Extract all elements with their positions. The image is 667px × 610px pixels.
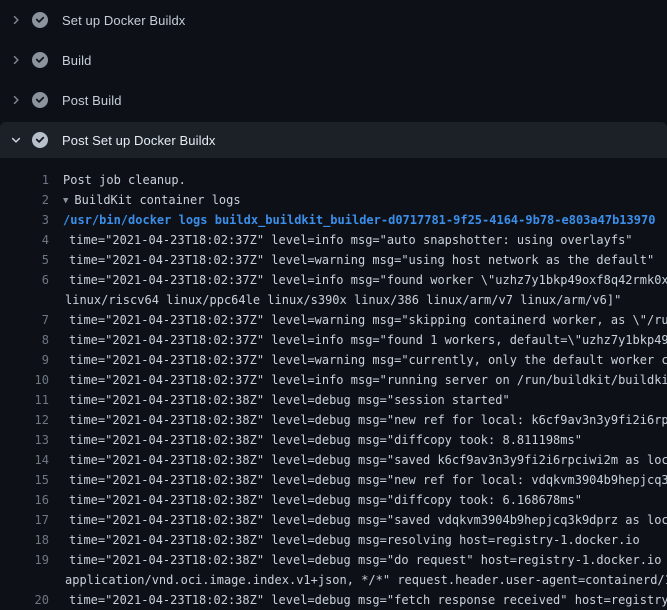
log-line-number[interactable]: 10	[0, 370, 49, 390]
log-line: 6 time="2021-04-23T18:02:37Z" level=info…	[0, 270, 667, 290]
step-label: Set up Docker Buildx	[62, 13, 185, 28]
chevron-right-icon	[8, 52, 24, 68]
log-line-text: time="2021-04-23T18:02:37Z" level=warnin…	[69, 350, 667, 370]
log-line-text: time="2021-04-23T18:02:38Z" level=debug …	[69, 410, 667, 430]
log-line-text: time="2021-04-23T18:02:37Z" level=warnin…	[69, 310, 667, 330]
log-line: 16 time="2021-04-23T18:02:38Z" level=deb…	[0, 490, 667, 510]
log-line: 18 time="2021-04-23T18:02:38Z" level=deb…	[0, 530, 667, 550]
log-line-text: time="2021-04-23T18:02:37Z" level=info m…	[69, 230, 633, 250]
log-line: 19 time="2021-04-23T18:02:38Z" level=deb…	[0, 550, 667, 570]
check-circle-icon	[32, 12, 48, 28]
log-line-text: time="2021-04-23T18:02:38Z" level=debug …	[69, 550, 667, 570]
chevron-right-icon	[8, 12, 24, 28]
step-row-set-up-docker-buildx[interactable]: Set up Docker Buildx	[0, 0, 667, 40]
log-line-text: time="2021-04-23T18:02:38Z" level=debug …	[69, 390, 510, 410]
log-line-number	[0, 570, 49, 590]
log-line-text: time="2021-04-23T18:02:38Z" level=debug …	[69, 490, 582, 510]
check-circle-icon	[32, 52, 48, 68]
log-line-text: time="2021-04-23T18:02:38Z" level=debug …	[69, 450, 667, 470]
log-line-text: time="2021-04-23T18:02:38Z" level=debug …	[69, 530, 640, 550]
step-label: Build	[62, 53, 91, 68]
log-line-number[interactable]: 19	[0, 550, 49, 570]
log-line: 5 time="2021-04-23T18:02:37Z" level=warn…	[0, 250, 667, 270]
log-line-number[interactable]: 13	[0, 430, 49, 450]
log-line-number[interactable]: 12	[0, 410, 49, 430]
log-line-number[interactable]: 3	[0, 210, 49, 230]
log-line-text: linux/riscv64 linux/ppc64le linux/s390x …	[65, 290, 621, 310]
log-line-number[interactable]: 11	[0, 390, 49, 410]
check-circle-icon	[32, 132, 48, 148]
log-line: 15 time="2021-04-23T18:02:38Z" level=deb…	[0, 470, 667, 490]
log-line-number[interactable]: 6	[0, 270, 49, 290]
log-line: 9 time="2021-04-23T18:02:37Z" level=warn…	[0, 350, 667, 370]
log-group-label: BuildKit container logs	[74, 193, 240, 207]
command-line-text: /usr/bin/docker logs buildx_buildkit_bui…	[63, 210, 655, 230]
check-circle-icon	[32, 92, 48, 108]
log-line-number[interactable]: 5	[0, 250, 49, 270]
log-line-number[interactable]: 1	[0, 170, 49, 190]
log-output: 1 Post job cleanup. 2 ▼ BuildKit containe…	[0, 158, 667, 610]
log-line-number[interactable]: 20	[0, 590, 49, 610]
log-line-text: time="2021-04-23T18:02:38Z" level=debug …	[69, 510, 667, 530]
step-row-post-build[interactable]: Post Build	[0, 80, 667, 120]
log-line-text: time="2021-04-23T18:02:37Z" level=warnin…	[69, 250, 654, 270]
step-label: Post Set up Docker Buildx	[62, 133, 216, 148]
step-row-build[interactable]: Build	[0, 40, 667, 80]
log-line-text: application/vnd.oci.image.index.v1+json,…	[65, 570, 667, 590]
log-line-text: time="2021-04-23T18:02:38Z" level=debug …	[69, 470, 667, 490]
log-line-number[interactable]: 16	[0, 490, 49, 510]
log-line: 2 ▼ BuildKit container logs	[0, 190, 667, 210]
log-line-text: time="2021-04-23T18:02:38Z" level=debug …	[69, 430, 582, 450]
chevron-right-icon	[8, 92, 24, 108]
log-line-text: Post job cleanup.	[63, 170, 186, 190]
triangle-down-icon[interactable]: ▼	[63, 191, 68, 211]
chevron-down-icon	[8, 132, 24, 148]
log-line-number[interactable]: 9	[0, 350, 49, 370]
log-line-number[interactable]: 14	[0, 450, 49, 470]
log-line: 3 /usr/bin/docker logs buildx_buildkit_b…	[0, 210, 667, 230]
log-line: application/vnd.oci.image.index.v1+json,…	[0, 570, 667, 590]
log-line-number[interactable]: 17	[0, 510, 49, 530]
log-line: 20 time="2021-04-23T18:02:38Z" level=deb…	[0, 590, 667, 610]
log-line: 10 time="2021-04-23T18:02:37Z" level=inf…	[0, 370, 667, 390]
log-line-number	[0, 290, 49, 310]
log-line: linux/riscv64 linux/ppc64le linux/s390x …	[0, 290, 667, 310]
log-line: 7 time="2021-04-23T18:02:37Z" level=warn…	[0, 310, 667, 330]
log-line: 8 time="2021-04-23T18:02:37Z" level=info…	[0, 330, 667, 350]
log-line-text: ▼ BuildKit container logs	[63, 190, 241, 210]
log-line-number[interactable]: 15	[0, 470, 49, 490]
log-line-number[interactable]: 2	[0, 190, 49, 210]
log-line: 13 time="2021-04-23T18:02:38Z" level=deb…	[0, 430, 667, 450]
log-line-text: time="2021-04-23T18:02:37Z" level=info m…	[69, 330, 667, 350]
log-line-number[interactable]: 18	[0, 530, 49, 550]
log-line-number[interactable]: 8	[0, 330, 49, 350]
log-line: 1 Post job cleanup.	[0, 170, 667, 190]
log-line: 14 time="2021-04-23T18:02:38Z" level=deb…	[0, 450, 667, 470]
log-line: 12 time="2021-04-23T18:02:38Z" level=deb…	[0, 410, 667, 430]
log-line-text: time="2021-04-23T18:02:37Z" level=info m…	[69, 370, 667, 390]
log-line-text: time="2021-04-23T18:02:37Z" level=info m…	[69, 270, 667, 290]
log-line: 11 time="2021-04-23T18:02:38Z" level=deb…	[0, 390, 667, 410]
log-line: 4 time="2021-04-23T18:02:37Z" level=info…	[0, 230, 667, 250]
log-line: 17 time="2021-04-23T18:02:38Z" level=deb…	[0, 510, 667, 530]
log-line-number[interactable]: 4	[0, 230, 49, 250]
steps-list: Set up Docker Buildx Build Post Build Po…	[0, 0, 667, 158]
workflow-log-panel: Set up Docker Buildx Build Post Build Po…	[0, 0, 667, 610]
log-line-text: time="2021-04-23T18:02:38Z" level=debug …	[69, 590, 667, 610]
log-line-number[interactable]: 7	[0, 310, 49, 330]
step-row-post-set-up-docker-buildx[interactable]: Post Set up Docker Buildx	[0, 122, 667, 158]
step-label: Post Build	[62, 93, 122, 108]
